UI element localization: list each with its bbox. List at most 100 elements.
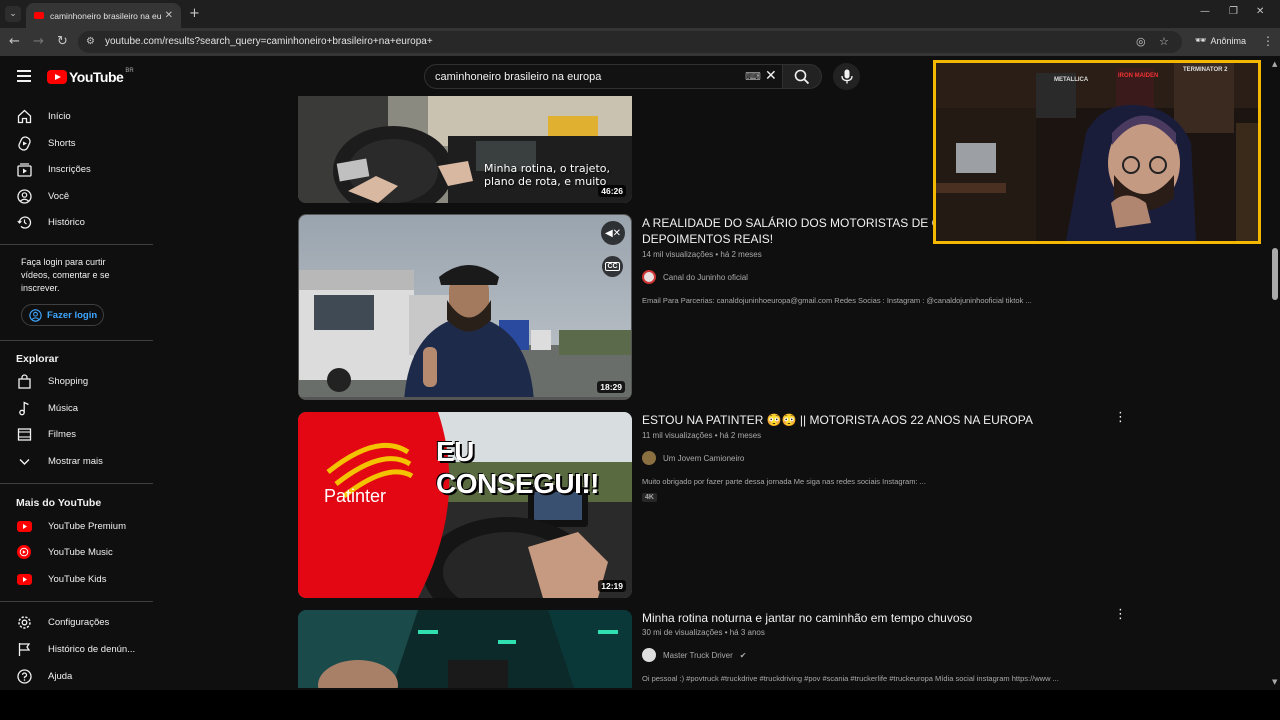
- hamburger-menu-icon[interactable]: [17, 70, 31, 82]
- sidebar-item-shopping[interactable]: Shopping: [0, 370, 155, 392]
- back-icon[interactable]: ←: [9, 34, 20, 50]
- sidebar-label: YouTube Premium: [48, 520, 126, 532]
- sidebar-label: Filmes: [48, 428, 76, 440]
- upload-age: há 2 meses: [720, 250, 762, 259]
- tab-search-chevron-icon[interactable]: ⌄: [5, 6, 21, 22]
- video-meta: 30 mi de visualizações • há 3 anos: [642, 628, 765, 637]
- video-thumbnail[interactable]: [298, 610, 632, 688]
- search-input[interactable]: caminhoneiro brasileiro na europa ⌨ ✕: [424, 64, 787, 89]
- incognito-label: Anônima: [1210, 36, 1246, 46]
- video-thumbnail[interactable]: ◀✕ CC 18:29: [298, 214, 632, 400]
- sidebar-label: Você: [48, 190, 70, 202]
- youtube-kids-icon: [16, 571, 32, 587]
- video-title[interactable]: ESTOU NA PATINTER 😳😳 || MOTORISTA AOS 22…: [642, 412, 1112, 428]
- more-actions-icon[interactable]: ⋮: [1114, 410, 1127, 425]
- subscriptions-icon: [16, 161, 32, 177]
- video-title[interactable]: Minha rotina noturna e jantar no caminhã…: [642, 610, 1112, 626]
- upload-age: há 3 anos: [729, 628, 765, 637]
- sidebar-item-music[interactable]: Música: [0, 397, 155, 419]
- scroll-up-icon[interactable]: ▲: [1272, 60, 1277, 68]
- captions-button[interactable]: CC: [602, 256, 623, 277]
- thumbnail-image: [298, 610, 632, 688]
- new-tab-icon[interactable]: +: [189, 6, 200, 21]
- forward-icon[interactable]: →: [33, 34, 44, 50]
- sidebar-label: Ajuda: [48, 670, 73, 682]
- video-description: Oi pessoal :) #povtruck #truckdrive #tru…: [642, 674, 1059, 683]
- minimize-icon[interactable]: —: [1200, 6, 1210, 17]
- restore-icon[interactable]: ❐: [1229, 6, 1238, 17]
- sidebar-item-home[interactable]: Início: [0, 105, 155, 127]
- sidebar-item-youtube-music[interactable]: YouTube Music: [0, 541, 155, 563]
- reload-icon[interactable]: ↻: [57, 34, 68, 50]
- video-thumbnail[interactable]: Minha rotina, o trajeto, plano de rota, …: [298, 96, 632, 203]
- sidebar-divider: [0, 340, 153, 341]
- eye-off-icon[interactable]: ◎: [1136, 35, 1146, 48]
- bottom-black-bar: [0, 690, 1280, 720]
- browser-menu-icon[interactable]: ⋮: [1262, 34, 1274, 48]
- sidebar-item-subscriptions[interactable]: Inscrições: [0, 158, 155, 180]
- shorts-icon: [16, 135, 32, 151]
- sidebar-item-settings[interactable]: Configurações: [0, 611, 155, 633]
- verified-icon: ✔: [739, 650, 747, 660]
- thumbnail-image: [299, 215, 631, 399]
- sidebar-item-you[interactable]: Você: [0, 185, 155, 207]
- browser-toolbar: ← → ↻ ⚙ youtube.com/results?search_query…: [0, 28, 1280, 56]
- channel-name: Um Jovem Camioneiro: [663, 453, 745, 463]
- sidebar-item-help[interactable]: Ajuda: [0, 665, 155, 687]
- mute-icon[interactable]: ◀✕: [601, 221, 625, 245]
- browser-tab-strip: ⌄ caminhoneiro brasileiro na europa - Yo…: [0, 0, 1280, 28]
- channel-link[interactable]: Canal do Juninho oficial: [642, 270, 748, 284]
- sidebar-divider: [0, 601, 153, 602]
- preview-progress-bar: [299, 397, 631, 399]
- you-icon: [16, 188, 32, 204]
- browser-tab[interactable]: caminhoneiro brasileiro na europa - YouT…: [26, 3, 181, 28]
- youtube-logo[interactable]: YouTube BR: [47, 68, 134, 85]
- sidebar-label: YouTube Kids: [48, 573, 107, 585]
- sidebar-label: Mostrar mais: [48, 455, 103, 467]
- search-icon: [794, 69, 810, 84]
- sidebar-label: Inscrições: [48, 163, 91, 175]
- video-thumbnail[interactable]: EU CONSEGUI!! Patinter 12:19: [298, 412, 632, 598]
- sidebar-item-youtube-kids[interactable]: YouTube Kids: [0, 568, 155, 590]
- window-close-icon[interactable]: ✕: [1256, 6, 1264, 17]
- keyboard-icon[interactable]: ⌨: [745, 70, 761, 83]
- login-button[interactable]: Fazer login: [21, 304, 104, 326]
- sidebar-item-shorts[interactable]: Shorts: [0, 132, 155, 154]
- address-bar[interactable]: ⚙ youtube.com/results?search_query=camin…: [78, 31, 1182, 53]
- more-actions-icon[interactable]: ⋮: [1114, 607, 1127, 622]
- scrollbar-thumb[interactable]: [1272, 248, 1278, 300]
- search-query-text[interactable]: caminhoneiro brasileiro na europa: [435, 71, 601, 83]
- channel-avatar: [642, 451, 656, 465]
- captions-icon: CC: [605, 262, 620, 271]
- incognito-indicator[interactable]: 🕶 Anônima: [1195, 36, 1246, 46]
- search-button[interactable]: [782, 64, 822, 89]
- channel-link[interactable]: Um Jovem Camioneiro: [642, 451, 744, 465]
- quality-badge: 4K: [642, 493, 657, 502]
- sidebar-item-report-history[interactable]: Histórico de denún...: [0, 638, 155, 660]
- channel-link[interactable]: Master Truck Driver ✔: [642, 648, 747, 662]
- login-button-label: Fazer login: [47, 309, 98, 321]
- chevron-down-icon: [16, 453, 32, 469]
- page-scrollbar[interactable]: ▲ ▼: [1270, 60, 1280, 690]
- sidebar-item-youtube-premium[interactable]: YouTube Premium: [0, 515, 155, 537]
- settings-icon: [16, 614, 32, 630]
- sidebar-item-history[interactable]: Histórico: [0, 211, 155, 233]
- more-from-youtube-heading: Mais do YouTube: [16, 497, 102, 509]
- sidebar-label: Histórico de denún...: [48, 643, 136, 655]
- voice-search-button[interactable]: [833, 63, 860, 90]
- scroll-down-icon[interactable]: ▼: [1272, 678, 1277, 686]
- streamer-webcam-overlay: METALLICA IRON MAIDEN TERMINATOR 2: [933, 60, 1261, 244]
- bookmark-star-icon[interactable]: ☆: [1159, 35, 1169, 48]
- url-text[interactable]: youtube.com/results?search_query=caminho…: [105, 36, 433, 47]
- sidebar-item-movies[interactable]: Filmes: [0, 423, 155, 445]
- clear-search-icon[interactable]: ✕: [765, 68, 777, 84]
- sidebar-label: Início: [48, 110, 71, 122]
- tab-close-icon[interactable]: ✕: [165, 10, 173, 21]
- poster-text: TERMINATOR 2: [1183, 67, 1228, 73]
- duration-badge: 18:29: [597, 381, 625, 393]
- sidebar-divider: [0, 244, 153, 245]
- thumbnail-brand: Patinter: [324, 486, 387, 506]
- site-settings-icon[interactable]: ⚙: [86, 36, 95, 47]
- caption-line: Minha rotina, o trajeto,: [484, 162, 610, 175]
- sidebar-item-show-more[interactable]: Mostrar mais: [0, 450, 155, 472]
